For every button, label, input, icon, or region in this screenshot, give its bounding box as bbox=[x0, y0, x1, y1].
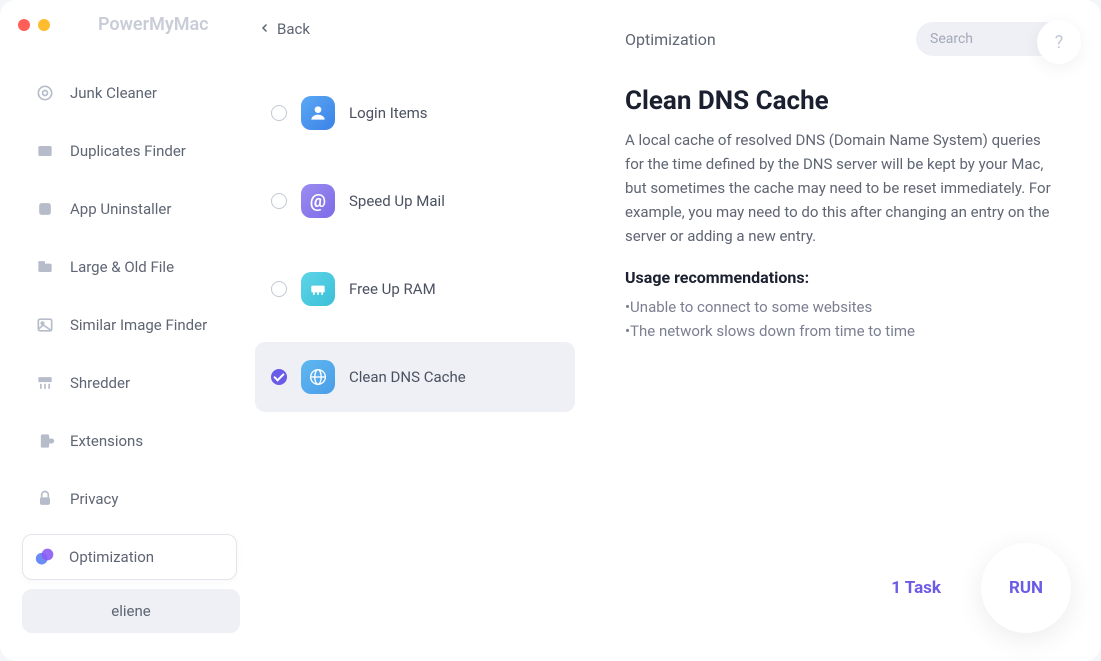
option-clean-dns-cache[interactable]: Clean DNS Cache bbox=[255, 342, 575, 412]
options-panel: Back Login Items @ Speed Up Mail Free Up… bbox=[245, 0, 585, 661]
sidebar-item-shredder[interactable]: Shredder bbox=[22, 360, 237, 406]
junk-icon bbox=[34, 82, 56, 104]
login-items-icon bbox=[301, 96, 335, 130]
optimization-icon bbox=[35, 547, 55, 567]
detail-title: Clean DNS Cache bbox=[625, 86, 1071, 116]
back-label: Back bbox=[277, 20, 310, 38]
help-button[interactable]: ? bbox=[1037, 20, 1081, 64]
option-login-items[interactable]: Login Items bbox=[255, 78, 575, 148]
option-free-up-ram[interactable]: Free Up RAM bbox=[255, 254, 575, 324]
image-icon bbox=[34, 314, 56, 336]
extensions-icon bbox=[34, 430, 56, 452]
detail-panel: Optimization Clean DNS Cache A local cac… bbox=[585, 0, 1101, 661]
app-title: PowerMyMac bbox=[98, 14, 209, 35]
run-label: RUN bbox=[1009, 578, 1043, 598]
shredder-icon bbox=[34, 372, 56, 394]
sidebar-item-extensions[interactable]: Extensions bbox=[22, 418, 237, 464]
sidebar: Junk Cleaner Duplicates Finder App Unins… bbox=[0, 0, 245, 661]
privacy-icon bbox=[34, 488, 56, 510]
task-count: 1 Task bbox=[891, 578, 941, 598]
titlebar: PowerMyMac bbox=[18, 14, 209, 35]
uninstaller-icon bbox=[34, 198, 56, 220]
radio-unchecked[interactable] bbox=[271, 193, 287, 209]
dns-icon bbox=[301, 360, 335, 394]
recommendations-title: Usage recommendations: bbox=[625, 268, 1071, 287]
sidebar-item-junk-cleaner[interactable]: Junk Cleaner bbox=[22, 70, 237, 116]
recommendation-item: •The network slows down from time to tim… bbox=[625, 319, 1071, 343]
close-window-button[interactable] bbox=[18, 19, 30, 31]
duplicates-icon bbox=[34, 140, 56, 162]
sidebar-item-label: Similar Image Finder bbox=[70, 316, 207, 334]
sidebar-item-label: Junk Cleaner bbox=[70, 84, 157, 102]
app-window: PowerMyMac Junk Cleaner Duplicates Finde… bbox=[0, 0, 1101, 661]
sidebar-item-label: Optimization bbox=[69, 548, 154, 566]
sidebar-item-optimization[interactable]: Optimization bbox=[22, 534, 237, 580]
sidebar-item-similar-image-finder[interactable]: Similar Image Finder bbox=[22, 302, 237, 348]
radio-unchecked[interactable] bbox=[271, 281, 287, 297]
sidebar-item-duplicates-finder[interactable]: Duplicates Finder bbox=[22, 128, 237, 174]
sidebar-item-label: App Uninstaller bbox=[70, 200, 171, 218]
panel-top-row: Optimization bbox=[625, 22, 1071, 56]
back-button[interactable]: Back bbox=[255, 20, 575, 38]
footer: 1 Task RUN bbox=[891, 543, 1071, 633]
option-label: Clean DNS Cache bbox=[349, 368, 466, 386]
mail-icon: @ bbox=[301, 184, 335, 218]
option-label: Login Items bbox=[349, 104, 428, 122]
minimize-window-button[interactable] bbox=[38, 19, 50, 31]
sidebar-item-large-old-file[interactable]: Large & Old File bbox=[22, 244, 237, 290]
user-badge[interactable]: eliene bbox=[22, 589, 240, 633]
sidebar-item-label: Large & Old File bbox=[70, 258, 174, 276]
sidebar-item-label: Extensions bbox=[70, 432, 143, 450]
chevron-left-icon bbox=[259, 20, 271, 38]
radio-unchecked[interactable] bbox=[271, 105, 287, 121]
option-label: Free Up RAM bbox=[349, 280, 436, 298]
sidebar-item-label: Duplicates Finder bbox=[70, 142, 186, 160]
option-label: Speed Up Mail bbox=[349, 192, 445, 210]
user-name: eliene bbox=[111, 602, 150, 620]
sidebar-item-label: Shredder bbox=[70, 374, 130, 392]
detail-description: A local cache of resolved DNS (Domain Na… bbox=[625, 128, 1055, 248]
search-input[interactable] bbox=[930, 31, 1030, 47]
largefile-icon bbox=[34, 256, 56, 278]
radio-checked[interactable] bbox=[271, 369, 287, 385]
option-speed-up-mail[interactable]: @ Speed Up Mail bbox=[255, 166, 575, 236]
sidebar-item-app-uninstaller[interactable]: App Uninstaller bbox=[22, 186, 237, 232]
breadcrumb: Optimization bbox=[625, 30, 716, 49]
ram-icon bbox=[301, 272, 335, 306]
help-icon: ? bbox=[1055, 32, 1064, 53]
sidebar-item-label: Privacy bbox=[70, 490, 118, 508]
run-button[interactable]: RUN bbox=[981, 543, 1071, 633]
recommendation-item: •Unable to connect to some websites bbox=[625, 295, 1071, 319]
sidebar-item-privacy[interactable]: Privacy bbox=[22, 476, 237, 522]
